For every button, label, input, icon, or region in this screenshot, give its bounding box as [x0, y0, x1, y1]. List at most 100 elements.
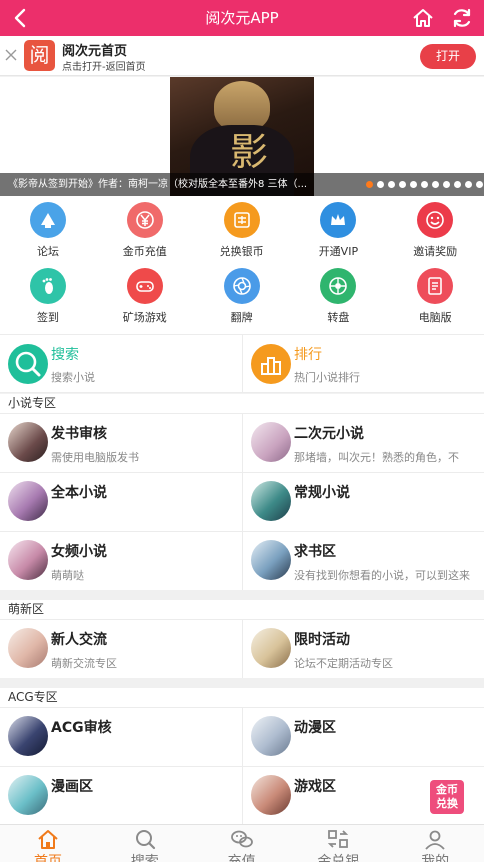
nav-tab-label: 充值 [227, 854, 256, 862]
forum-item-book-request[interactable]: 求书区 没有找到你想看的小说，可以到这来 [242, 532, 484, 590]
carousel-dot[interactable] [454, 181, 461, 188]
open-app-button[interactable]: 打开 [420, 44, 476, 69]
avatar [8, 540, 48, 580]
bottom-navigation: 首页 搜索 充值 金兑银 我的 [0, 824, 484, 862]
home-icon[interactable] [410, 6, 436, 30]
app-name: 阅次元首页 [62, 44, 128, 59]
rank-tile-subtitle: 热门小说排行 [294, 371, 360, 384]
top-bar: 阅次元APP [0, 0, 484, 36]
quick-link-gamepad[interactable]: 矿场游戏 [97, 262, 193, 328]
avatar [8, 628, 48, 668]
aperture-icon [223, 268, 260, 304]
search-tile-subtitle: 搜索小说 [51, 371, 95, 384]
forum-item-limited-events[interactable]: 限时活动 论坛不定期活动专区 [242, 620, 484, 678]
quick-link-aperture[interactable]: 翻牌 [194, 262, 290, 328]
section-row: 漫画区 游戏区 [0, 766, 484, 825]
carousel-dot[interactable] [366, 181, 373, 188]
forum-item-title: 全本小说 [51, 485, 107, 501]
refresh-icon[interactable] [449, 6, 475, 30]
app-subtitle: 点击打开-返回首页 [62, 62, 146, 73]
coin-badge-line1: 金币 [436, 783, 458, 796]
forum-item-manga[interactable]: 漫画区 [0, 767, 242, 825]
rank-tile-title: 排行 [294, 347, 322, 363]
nav-tab-wechat[interactable]: 充值 [194, 825, 290, 862]
quick-link-label: 转盘 [327, 311, 350, 324]
forum-item-title: 二次元小说 [294, 426, 364, 442]
forum-item-subtitle: 没有找到你想看的小说，可以到这来 [294, 569, 470, 582]
search-rank-bar: 搜索 搜索小说 排行 热门小说排行 [0, 334, 484, 393]
nav-tab-exchange[interactable]: 金兑银 [290, 825, 386, 862]
forum-item-subtitle: 那堵墙，叫次元！熟悉的角色，不 [294, 451, 459, 464]
quick-link-label: 签到 [37, 311, 59, 324]
quick-link-label: 兑换银币 [219, 245, 264, 258]
user-icon [425, 830, 445, 850]
yen-coin-icon [126, 202, 163, 238]
carousel-dot[interactable] [421, 181, 428, 188]
search-icon [135, 830, 155, 850]
carousel-dot[interactable] [443, 181, 450, 188]
quick-link-wheel[interactable]: 转盘 [290, 262, 386, 328]
forum-item-regular-novels[interactable]: 常规小说 [242, 473, 484, 531]
forum-item-2d-novels[interactable]: 二次元小说 那堵墙，叫次元！熟悉的角色，不 [242, 414, 484, 472]
forum-item-title: 求书区 [294, 544, 336, 560]
carousel-dot[interactable] [388, 181, 395, 188]
section-row: 新人交流 萌新交流专区 限时活动 论坛不定期活动专区 [0, 619, 484, 678]
quick-link-yen-coin[interactable]: 金币充值 [97, 196, 193, 262]
avatar [251, 716, 291, 756]
quick-link-exchange[interactable]: 兑换银币 [194, 196, 290, 262]
quick-link-smile[interactable]: 邀请奖励 [387, 196, 483, 262]
carousel-dot[interactable] [465, 181, 472, 188]
forum-item-title: ACG审核 [51, 720, 112, 736]
forum-item-female-novels[interactable]: 女频小说 萌萌哒 [0, 532, 242, 590]
rank-tile[interactable]: 排行 热门小说排行 [242, 335, 484, 393]
smile-icon [417, 202, 454, 238]
ranking-icon [251, 344, 291, 384]
section-row: 全本小说 常规小说 [0, 472, 484, 531]
avatar [251, 481, 291, 521]
nav-tab-search[interactable]: 搜索 [97, 825, 193, 862]
avatar [8, 716, 48, 756]
forum-icon [30, 202, 66, 238]
forum-item-anime[interactable]: 动漫区 [242, 708, 484, 766]
carousel-dot[interactable] [410, 181, 417, 188]
search-tile[interactable]: 搜索 搜索小说 [0, 335, 242, 393]
forum-item-newbie-chat[interactable]: 新人交流 萌新交流专区 [0, 620, 242, 678]
nav-tab-label: 搜索 [130, 854, 159, 862]
quick-link-label: 翻牌 [230, 311, 253, 324]
section-title-newbies: 萌新区 [0, 600, 484, 619]
section-divider [0, 678, 484, 688]
quick-link-forum[interactable]: 论坛 [0, 196, 96, 262]
quick-link-label: 电脑版 [418, 311, 452, 324]
carousel-dot[interactable] [476, 181, 483, 188]
avatar [8, 422, 48, 462]
forum-item-title: 新人交流 [51, 632, 107, 648]
nav-tab-user[interactable]: 我的 [387, 825, 483, 862]
home-icon [38, 830, 58, 849]
carousel-dots [366, 181, 483, 188]
cover-title-glyph: 影 [230, 130, 269, 174]
carousel-dot[interactable] [399, 181, 406, 188]
crown-icon [320, 202, 357, 238]
forum-item-title: 女频小说 [51, 544, 107, 560]
forum-item-publish-review[interactable]: 发书审核 需使用电脑版发书 [0, 414, 242, 472]
nav-tab-home[interactable]: 首页 [0, 825, 96, 862]
forum-item-acg-review[interactable]: ACG审核 [0, 708, 242, 766]
close-icon[interactable] [4, 48, 18, 62]
quick-link-document[interactable]: 电脑版 [387, 262, 483, 328]
forum-item-title: 发书审核 [51, 426, 107, 442]
coin-exchange-badge[interactable]: 金币 兑换 [430, 780, 464, 814]
carousel-dot[interactable] [432, 181, 439, 188]
nav-tab-label: 首页 [34, 854, 62, 862]
quick-link-footprint[interactable]: 签到 [0, 262, 96, 328]
carousel-dot[interactable] [377, 181, 384, 188]
banner-carousel[interactable]: 影 《影帝从签到开始》作者：南柯一凉（校对版全本至番外8 三体（... [0, 77, 484, 196]
forum-item-subtitle: 论坛不定期活动专区 [294, 657, 393, 670]
section-row: 发书审核 需使用电脑版发书 二次元小说 那堵墙，叫次元！熟悉的角色，不 [0, 413, 484, 472]
quick-link-crown[interactable]: 开通VIP [290, 196, 386, 262]
search-icon [8, 344, 48, 384]
section-title-acg: ACG专区 [0, 688, 484, 707]
search-tile-title: 搜索 [51, 347, 79, 363]
quick-links-grid: 论坛 金币充值 兑换银币 开通VIP 邀请奖励签到 矿场游戏 翻牌 转盘 电脑版 [0, 196, 484, 334]
section-row: ACG审核 动漫区 [0, 707, 484, 766]
forum-item-complete-novels[interactable]: 全本小说 [0, 473, 242, 531]
